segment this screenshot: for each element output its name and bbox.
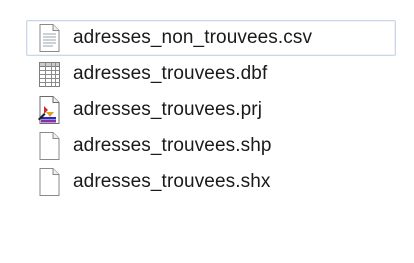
file-item-prj[interactable]: adresses_trouvees.prj <box>26 92 396 128</box>
file-name: adresses_trouvees.shx <box>73 171 271 192</box>
file-item-shx[interactable]: adresses_trouvees.shx <box>26 164 396 200</box>
file-name: adresses_trouvees.dbf <box>73 63 268 84</box>
dbf-table-file-icon <box>35 59 63 89</box>
file-item-csv[interactable]: adresses_non_trouvees.csv <box>26 20 396 56</box>
file-list: adresses_non_trouvees.csv adresses_trouv… <box>26 20 396 200</box>
generic-file-icon <box>35 167 63 197</box>
file-name: adresses_trouvees.shp <box>73 135 272 156</box>
prj-file-icon <box>35 95 63 125</box>
file-item-dbf[interactable]: adresses_trouvees.dbf <box>26 56 396 92</box>
csv-file-icon <box>35 23 63 53</box>
file-name: adresses_non_trouvees.csv <box>73 27 313 48</box>
file-item-shp[interactable]: adresses_trouvees.shp <box>26 128 396 164</box>
file-name: adresses_trouvees.prj <box>73 99 263 120</box>
generic-file-icon <box>35 131 63 161</box>
